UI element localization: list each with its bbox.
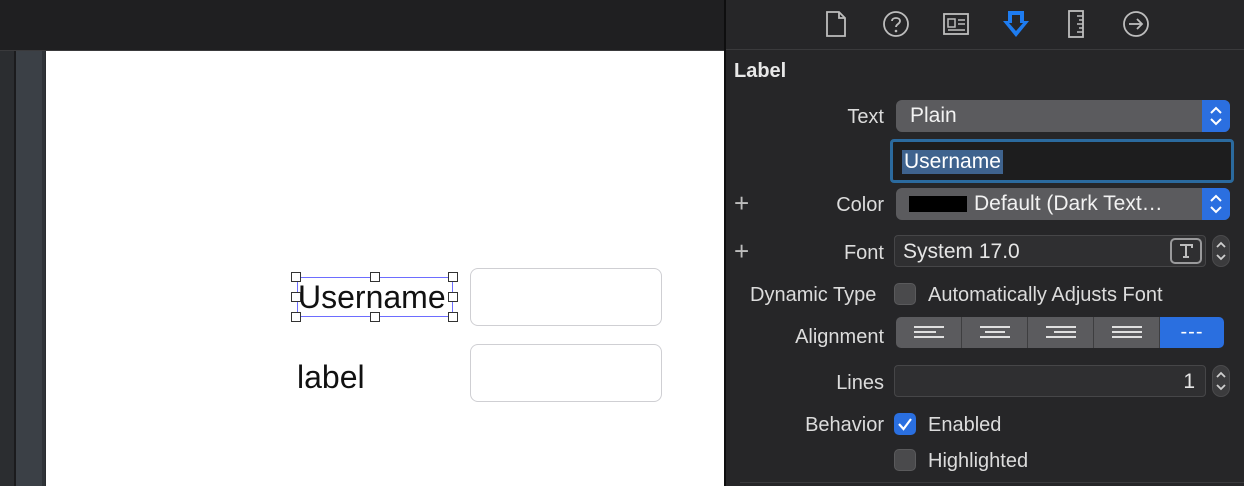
adjusts-font-label[interactable]: Automatically Adjusts Font: [928, 283, 1163, 307]
font-field[interactable]: System 17.0: [894, 235, 1206, 267]
arrow-circle-icon[interactable]: [1120, 8, 1152, 40]
text-content-value: Username: [902, 150, 1003, 174]
section-title: Label: [734, 60, 787, 82]
text-type-value: Plain: [910, 104, 957, 127]
question-circle-icon[interactable]: [880, 8, 912, 40]
ruler-icon[interactable]: [1060, 8, 1092, 40]
lines-field[interactable]: 1: [894, 365, 1206, 397]
scene-edge-strip: [16, 51, 45, 486]
resize-handle-top-right[interactable]: [448, 272, 458, 282]
canvas-top-bar: [0, 0, 724, 51]
inspector-tab-bar: [726, 0, 1244, 48]
inspector-divider: [726, 49, 1244, 50]
align-natural-segment[interactable]: ---: [1160, 317, 1224, 348]
align-justified-icon: [1112, 326, 1142, 338]
dynamic-type-label: Dynamic Type: [750, 284, 877, 306]
adjusts-font-checkbox[interactable]: [894, 283, 916, 305]
align-natural-glyph: ---: [1180, 321, 1204, 343]
canvas-gutter: [0, 51, 14, 486]
text-content-field[interactable]: Username: [890, 139, 1234, 183]
storyboard-canvas[interactable]: Username label: [0, 0, 724, 486]
popup-stepper: [1202, 100, 1230, 132]
highlighted-label[interactable]: Highlighted: [928, 449, 1028, 473]
align-center-icon: [980, 326, 1010, 338]
highlighted-checkbox[interactable]: [894, 449, 916, 471]
alignment-label: Alignment: [795, 326, 884, 348]
align-right-icon: [1046, 326, 1076, 338]
resize-handle-right[interactable]: [448, 292, 458, 302]
font-label: Font: [843, 242, 884, 264]
behavior-label: Behavior: [805, 414, 884, 436]
resize-handle-bottom-right[interactable]: [448, 312, 458, 322]
text-type-popup[interactable]: Plain: [896, 100, 1230, 132]
attributes-icon[interactable]: [1000, 8, 1032, 40]
lines-value: 1: [1183, 370, 1195, 393]
enabled-label[interactable]: Enabled: [928, 413, 1001, 437]
bottom-divider: [740, 482, 1244, 483]
resize-handle-top[interactable]: [370, 272, 380, 282]
color-swatch: [909, 196, 967, 212]
resize-handle-left[interactable]: [291, 292, 301, 302]
popup-stepper: [1202, 188, 1230, 220]
selection-outline: [297, 277, 453, 317]
identity-card-icon[interactable]: [940, 8, 972, 40]
view-controller-scene[interactable]: Username label: [46, 51, 724, 486]
align-right-segment[interactable]: [1028, 317, 1094, 348]
checkmark-icon: [898, 418, 912, 431]
attributes-inspector-panel: Label Text Plain Username + Color Defaul…: [724, 0, 1244, 486]
second-text-field[interactable]: [470, 344, 662, 402]
font-size-stepper[interactable]: [1212, 235, 1230, 267]
lines-stepper[interactable]: [1212, 365, 1230, 397]
align-left-segment[interactable]: [896, 317, 962, 348]
color-label: Color: [836, 194, 884, 216]
username-text-field[interactable]: [470, 268, 662, 326]
font-picker-icon[interactable]: [1170, 238, 1202, 264]
align-justified-segment[interactable]: [1094, 317, 1160, 348]
resize-handle-bottom[interactable]: [370, 312, 380, 322]
color-value: Default (Dark Text…: [974, 192, 1163, 215]
align-center-segment[interactable]: [962, 317, 1028, 348]
font-value: System 17.0: [903, 240, 1020, 263]
resize-handle-bottom-left[interactable]: [291, 312, 301, 322]
color-popup[interactable]: Default (Dark Text…: [896, 188, 1230, 220]
enabled-checkbox[interactable]: [894, 413, 916, 435]
document-icon[interactable]: [820, 8, 852, 40]
resize-handle-top-left[interactable]: [291, 272, 301, 282]
lines-label: Lines: [836, 372, 884, 394]
align-left-icon: [914, 326, 944, 338]
text-label: Text: [847, 106, 884, 128]
second-label[interactable]: label: [297, 357, 365, 397]
